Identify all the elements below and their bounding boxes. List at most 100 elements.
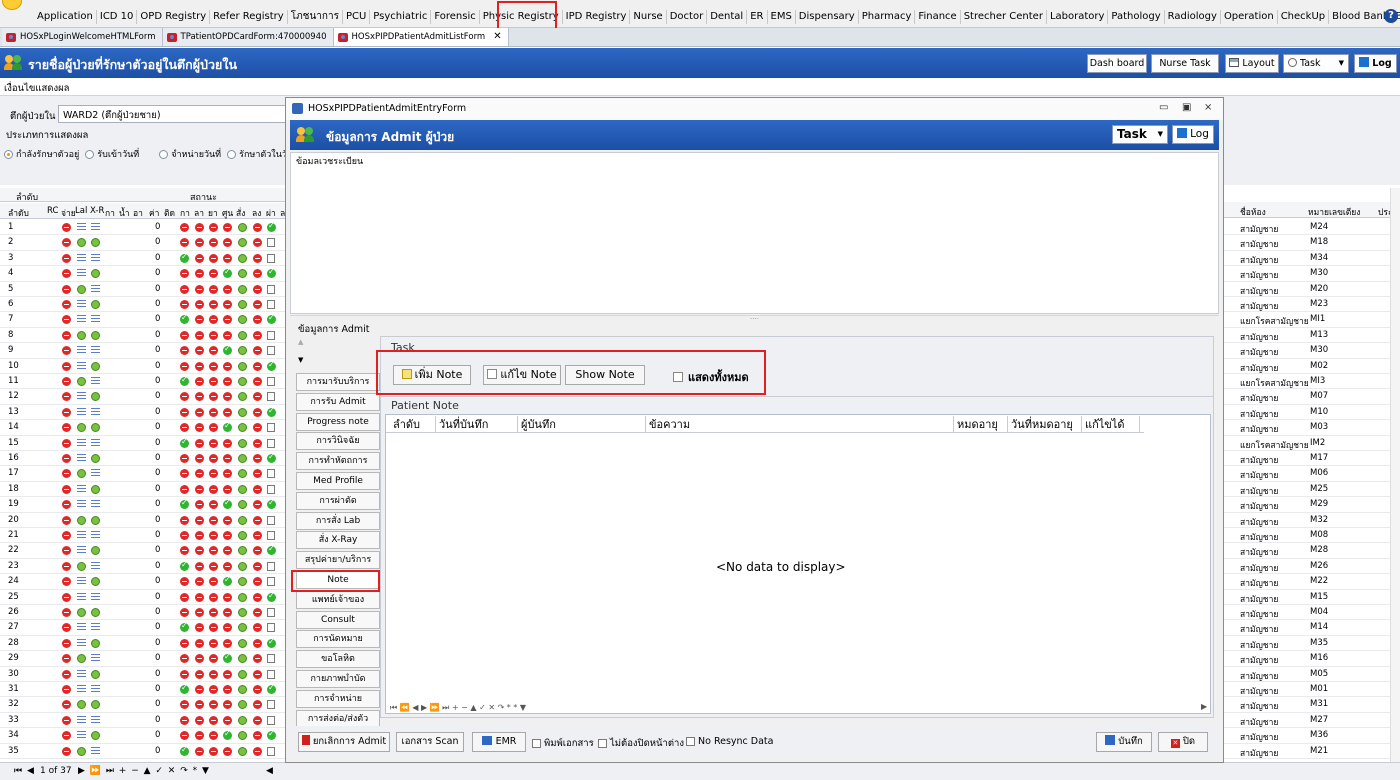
menu-item[interactable]: Finance [915, 10, 961, 24]
menu-item[interactable]: โภชนาการ [288, 10, 343, 24]
grid-col-header[interactable]: ลำดับ [8, 206, 29, 220]
radio-admitted[interactable]: กำลังรักษาตัวอยู่ [4, 147, 79, 161]
nav-item[interactable]: สรุปค่ายา/บริการ [296, 551, 380, 570]
table-row[interactable]: สามัญชาย M03 [1222, 420, 1400, 436]
table-row[interactable]: สามัญชาย M15 [1222, 590, 1400, 605]
nav-item[interactable]: การสั่ง Lab [296, 511, 380, 530]
scroll-up-icon[interactable]: ▲ [298, 338, 303, 346]
splitter[interactable]: .... [290, 314, 1219, 321]
table-row[interactable]: 12 0 [0, 389, 285, 405]
menu-item[interactable]: Pharmacy [859, 10, 916, 24]
menu-item[interactable]: EMS [768, 10, 796, 24]
table-row[interactable]: 11 0 [0, 374, 285, 390]
menu-item[interactable]: Physic Registry [480, 10, 563, 24]
table-row[interactable]: 28 0 [0, 636, 285, 652]
pager-actions-icons[interactable]: ▶ ⏩ ⏭ + − ▲ ✓ ✕ ↷ * ▼ [78, 766, 210, 776]
menu-item[interactable]: ICD 10 [97, 10, 138, 24]
menu-item[interactable]: Nurse [630, 10, 667, 24]
table-row[interactable]: สามัญชาย M29 [1222, 497, 1400, 513]
menu-item[interactable]: Dispensary [796, 10, 859, 24]
no-resync-checkbox[interactable]: No Resync Data [686, 736, 773, 747]
table-row[interactable]: สามัญชาย M36 [1222, 728, 1400, 744]
table-row[interactable]: สามัญชาย M35 [1222, 636, 1400, 652]
show-note-button[interactable]: Show Note [565, 365, 645, 385]
menu-item[interactable]: Doctor [667, 10, 708, 24]
table-row[interactable]: สามัญชาย M25 [1222, 482, 1400, 498]
close-tab-icon[interactable]: ✕ [493, 28, 501, 46]
menu-item[interactable]: Psychiatric [370, 10, 432, 24]
table-row[interactable]: สามัญชาย M14 [1222, 620, 1400, 636]
menu-item[interactable]: ER [747, 10, 768, 24]
table-row[interactable]: สามัญชาย M02 [1222, 359, 1400, 374]
table-row[interactable]: สามัญชาย M30 [1222, 343, 1400, 359]
table-row[interactable]: แยกโรคสามัญชาย MI3 [1222, 374, 1400, 390]
tab-admit-list[interactable]: HOSxPIPDPatientAdmitListForm ✕ [333, 28, 509, 46]
maximize-icon[interactable]: ▣ [1182, 102, 1191, 113]
table-row[interactable]: สามัญชาย M06 [1222, 466, 1400, 482]
nav-item[interactable]: การมารับบริการ [296, 373, 380, 391]
grid-col-header[interactable]: สั่ง [236, 206, 245, 220]
table-row[interactable]: 15 0 [0, 436, 285, 451]
table-row[interactable]: สามัญชาย M13 [1222, 328, 1400, 344]
save-button[interactable]: บันทึก [1096, 732, 1152, 752]
dialog-log-button[interactable]: Log [1172, 125, 1214, 144]
table-row[interactable]: 90 [0, 343, 285, 359]
grid-col-header[interactable]: Lal [75, 206, 87, 216]
table-row[interactable]: สามัญชาย M21 [1222, 744, 1400, 759]
table-row[interactable]: สามัญชาย M34 [1222, 251, 1400, 267]
grid-col-header[interactable]: น้ำ [119, 206, 130, 220]
nav-item[interactable]: สั่ง X-Ray [296, 531, 380, 550]
table-row[interactable]: สามัญชาย M07 [1222, 389, 1400, 405]
close-window-icon[interactable]: ⨯ [1204, 102, 1212, 113]
table-row[interactable]: 30 0 [0, 667, 285, 682]
table-row[interactable]: 10 [0, 220, 285, 236]
table-row[interactable]: สามัญชาย M16 [1222, 651, 1400, 667]
table-row[interactable]: 18 0 [0, 482, 285, 498]
nav-item[interactable]: แพทย์เจ้าของ [296, 590, 380, 609]
table-row[interactable]: 50 [0, 282, 285, 297]
task-dropdown[interactable]: Task ▼ [1283, 54, 1349, 73]
show-all-checkbox[interactable]: แสดงทั้งหมด [673, 368, 749, 386]
table-row[interactable]: 60 [0, 297, 285, 313]
table-row[interactable]: สามัญชาย M32 [1222, 513, 1400, 528]
menu-item[interactable]: PCU [343, 10, 371, 24]
table-row[interactable]: สามัญชาย M26 [1222, 559, 1400, 575]
nurse-task-button[interactable]: Nurse Task [1151, 54, 1219, 73]
add-note-button[interactable]: เพิ่ม Note [393, 365, 471, 385]
minimize-icon[interactable]: ▭ [1159, 102, 1168, 113]
table-row[interactable]: 24 0 [0, 574, 285, 590]
table-row[interactable]: 40 [0, 266, 285, 282]
table-row[interactable]: 32 0 [0, 697, 285, 713]
menu-item[interactable]: Application [34, 10, 97, 24]
menu-item[interactable]: OPD Registry [137, 10, 211, 24]
table-row[interactable]: 16 0 [0, 451, 285, 467]
table-row[interactable]: สามัญชาย M28 [1222, 543, 1400, 559]
log-button[interactable]: Log [1354, 54, 1397, 73]
nav-item[interactable]: Med Profile [296, 472, 380, 490]
nav-item[interactable]: การจำหน่าย [296, 689, 380, 708]
menu-item[interactable]: Radiology [1165, 10, 1221, 24]
table-row[interactable]: 13 0 [0, 405, 285, 421]
no-close-checkbox[interactable]: ไม่ต้องปิดหน้าต่าง [598, 736, 684, 751]
menu-item[interactable]: Strecher Center [961, 10, 1047, 24]
help-icon[interactable]: ? [1384, 9, 1398, 23]
nav-item[interactable]: การนัดหมาย [296, 630, 380, 649]
table-row[interactable]: 20 0 [0, 513, 285, 528]
table-row[interactable]: 26 0 [0, 605, 285, 621]
radio-in-treatment-date[interactable]: รักษาตัวในวั [227, 147, 287, 161]
table-row[interactable]: 20 [0, 235, 285, 251]
menu-item[interactable]: CheckUp [1278, 10, 1330, 24]
table-row[interactable]: สามัญชาย M22 [1222, 574, 1400, 590]
table-row[interactable]: สามัญชาย M17 [1222, 451, 1400, 467]
layout-button[interactable]: Layout [1225, 54, 1279, 73]
dialog-task-dropdown[interactable]: Task ▼ [1112, 125, 1168, 144]
menu-item[interactable]: Pathology [1108, 10, 1165, 24]
table-row[interactable]: สามัญชาย M01 [1222, 682, 1400, 698]
menu-item[interactable]: Laboratory [1047, 10, 1109, 24]
table-row[interactable]: สามัญชาย M20 [1222, 282, 1400, 297]
table-row[interactable]: 22 0 [0, 543, 285, 559]
grid-col-header[interactable]: X-R [90, 206, 104, 216]
ward-select[interactable]: WARD2 (ตึกผู้ป่วยชาย) [58, 105, 318, 123]
note-grid-navigator[interactable]: ⏮ ⏪ ◀ ▶ ⏩ ⏭ + − ▲ ✓ ✕ ↷ * * ▼ [390, 703, 526, 713]
table-row[interactable]: 31 0 [0, 682, 285, 698]
